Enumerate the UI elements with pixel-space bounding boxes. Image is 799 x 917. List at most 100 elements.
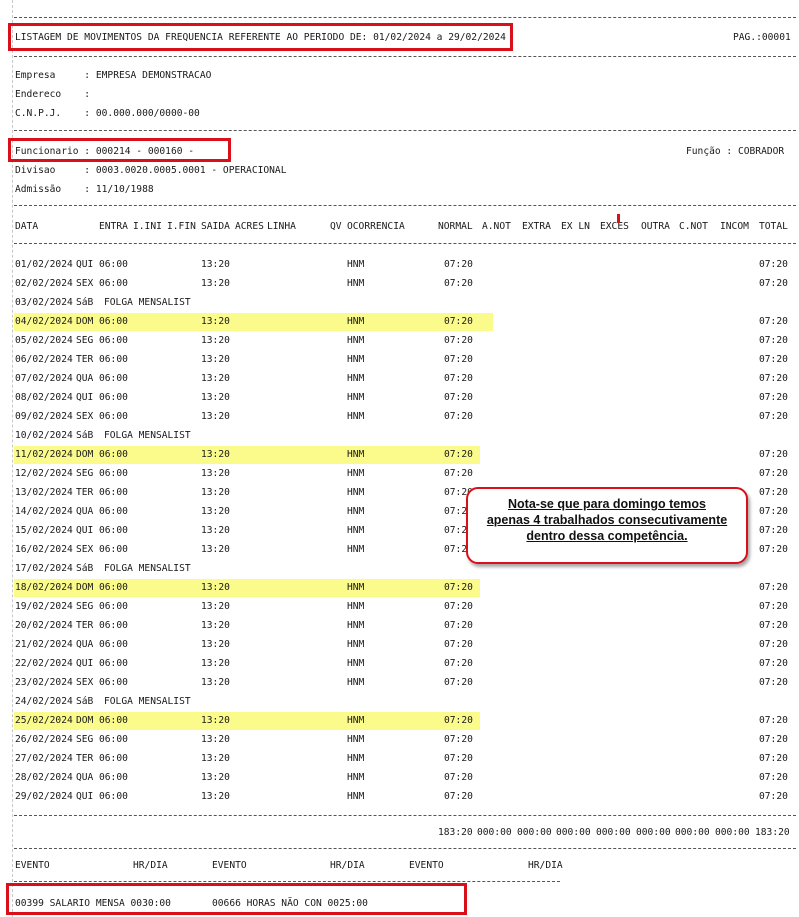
annotation-box-employee [8,138,231,162]
row-entry: 06:00 [99,392,128,403]
row-weekday: TER [76,620,94,631]
events-column-header: EVENTO [212,860,247,871]
row-normal: 07:20 [444,468,473,479]
row-normal: 07:20 [444,639,473,650]
row-exit: 13:20 [201,620,230,631]
total-value: 183:20 [755,827,790,838]
row-occurrence: HNM [347,354,365,365]
row-total: 07:20 [759,658,788,669]
row-exit: 13:20 [201,259,230,270]
row-normal: 07:20 [444,734,473,745]
row-occurrence: HNM [347,601,365,612]
column-header: QV [330,221,342,232]
events-column-header: EVENTO [409,860,444,871]
row-total: 07:20 [759,639,788,650]
row-date: 01/02/2024 [15,259,73,270]
row-occurrence: HNM [347,316,365,327]
row-entry: 06:00 [99,487,128,498]
row-weekday: SEX [76,411,94,422]
total-value: 183:20 [438,827,473,838]
row-total: 07:20 [759,677,788,688]
separator-employee [14,205,796,206]
row-occurrence: HNM [347,373,365,384]
row-total: 07:20 [759,468,788,479]
row-weekday: SEX [76,278,94,289]
row-date: 28/02/2024 [15,772,73,783]
row-total: 07:20 [759,316,788,327]
column-header: EXCES [600,221,629,232]
row-occurrence: HNM [347,259,365,270]
row-weekday: DOM [76,582,94,593]
row-total: 07:20 [759,582,788,593]
total-value: 000:00 [715,827,750,838]
row-occurrence: HNM [347,468,365,479]
row-total: 07:20 [759,772,788,783]
company-address: Endereco : [15,89,91,100]
row-occurrence: HNM [347,506,365,517]
row-normal: 07:20 [444,373,473,384]
row-date: 22/02/2024 [15,658,73,669]
company-name: Empresa : EMPRESA DEMONSTRACAO [15,70,212,81]
annotation-box-title [8,23,513,51]
events-column-header: EVENTO [15,860,50,871]
events-column-header: HR/DIA [133,860,168,871]
row-total: 07:20 [759,715,788,726]
row-date: 12/02/2024 [15,468,73,479]
row-exit: 13:20 [201,658,230,669]
row-total: 07:20 [759,734,788,745]
column-header: I.INI [133,221,162,232]
company-cnpj: C.N.P.J. : 00.000.000/0000-00 [15,108,200,119]
row-total: 07:20 [759,753,788,764]
row-occurrence: HNM [347,392,365,403]
row-date: 04/02/2024 [15,316,73,327]
column-header: SAIDA [201,221,230,232]
row-occurrence: HNM [347,715,365,726]
row-total: 07:20 [759,411,788,422]
row-occurrence: HNM [347,658,365,669]
row-weekday: QUI [76,392,94,403]
row-total: 07:20 [759,335,788,346]
row-total: 07:20 [759,259,788,270]
row-weekday: QUI [76,525,94,536]
row-folga: FOLGA MENSALIST [104,297,191,308]
row-date: 25/02/2024 [15,715,73,726]
row-weekday: SáB [76,563,94,574]
row-occurrence: HNM [347,639,365,650]
row-weekday: QUI [76,658,94,669]
row-weekday: TER [76,354,94,365]
row-exit: 13:20 [201,791,230,802]
row-date: 27/02/2024 [15,753,73,764]
row-entry: 06:00 [99,335,128,346]
row-date: 02/02/2024 [15,278,73,289]
row-exit: 13:20 [201,316,230,327]
row-exit: 13:20 [201,582,230,593]
row-normal: 07:20 [444,772,473,783]
row-occurrence: HNM [347,278,365,289]
row-total: 07:20 [759,620,788,631]
row-total: 07:20 [759,506,788,517]
row-occurrence: HNM [347,582,365,593]
row-occurrence: HNM [347,772,365,783]
total-value: 000:00 [675,827,710,838]
row-total: 07:20 [759,373,788,384]
row-weekday: TER [76,753,94,764]
row-date: 26/02/2024 [15,734,73,745]
row-normal: 07:20 [444,658,473,669]
column-header: LINHA [267,221,296,232]
row-weekday: DOM [76,316,94,327]
separator-events [14,848,796,849]
row-normal: 07:20 [444,259,473,270]
row-date: 14/02/2024 [15,506,73,517]
row-weekday: SáB [76,430,94,441]
row-exit: 13:20 [201,335,230,346]
row-weekday: SEX [76,544,94,555]
row-occurrence: HNM [347,449,365,460]
row-total: 07:20 [759,278,788,289]
row-occurrence: HNM [347,487,365,498]
row-occurrence: HNM [347,335,365,346]
row-entry: 06:00 [99,411,128,422]
row-weekday: TER [76,487,94,498]
row-date: 15/02/2024 [15,525,73,536]
row-total: 07:20 [759,601,788,612]
separator-events-header [14,881,560,882]
